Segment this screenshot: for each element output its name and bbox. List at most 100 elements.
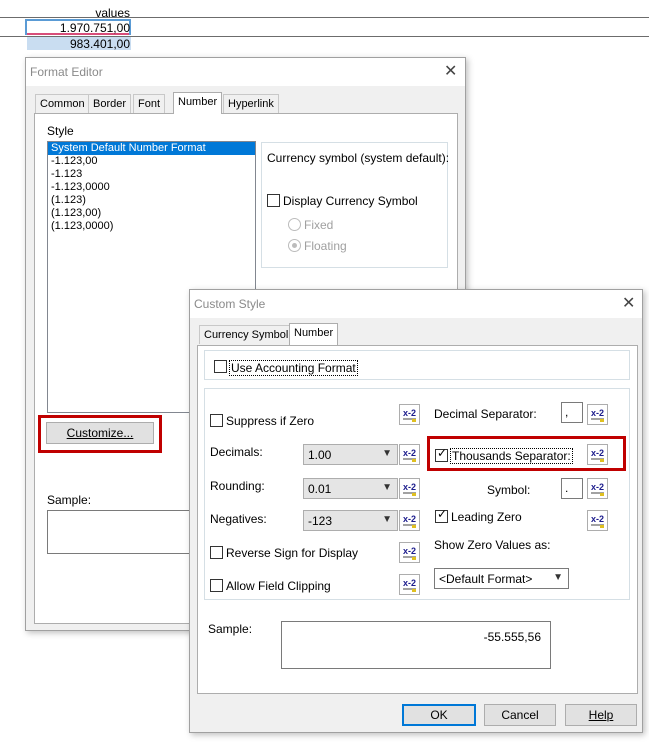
formula-icon: x-2 (591, 514, 604, 528)
decimal-separator-formula-button[interactable]: x-2 (587, 404, 608, 425)
suppress-zero-label: Suppress if Zero (226, 414, 315, 428)
fixed-radio[interactable] (288, 218, 301, 231)
allow-clipping-checkbox[interactable] (210, 579, 223, 592)
sample-label: Sample: (208, 622, 253, 636)
formula-icon: x-2 (403, 546, 416, 560)
ok-button[interactable]: OK (402, 704, 476, 726)
formula-icon-text: x-2 (403, 578, 416, 588)
sample-label: Sample: (47, 493, 92, 507)
list-item[interactable]: (1.123,0000) (48, 220, 255, 233)
checkmark-icon: ✓ (437, 507, 448, 521)
help-button-label: Help (588, 708, 614, 722)
formula-icon-text: x-2 (591, 482, 604, 492)
rounding-label: Rounding: (210, 479, 265, 493)
formula-icon-text: x-2 (403, 482, 416, 492)
sample-box (47, 510, 197, 554)
formula-icon: x-2 (403, 578, 416, 592)
formula-icon-text: x-2 (403, 408, 416, 418)
custom-style-titlebar: Custom Style (190, 290, 642, 318)
chevron-down-icon: ▼ (553, 572, 563, 583)
leading-zero-label: Leading Zero (451, 510, 522, 524)
chevron-down-icon: ▼ (382, 482, 392, 493)
formula-icon-text: x-2 (591, 408, 604, 418)
decimals-formula-button[interactable]: x-2 (399, 444, 420, 465)
allow-clipping-formula-button[interactable]: x-2 (399, 574, 420, 595)
window-title: Custom Style (194, 297, 266, 311)
tab-hyperlink[interactable]: Hyperlink (223, 94, 279, 113)
row-divider (0, 36, 649, 37)
negatives-value: -123 (308, 514, 333, 528)
reverse-sign-label: Reverse Sign for Display (226, 546, 359, 560)
close-icon[interactable]: ✕ (444, 64, 457, 80)
negatives-select[interactable]: -123 ▼ (303, 510, 398, 531)
decimals-label: Decimals: (210, 445, 263, 459)
formula-icon: x-2 (591, 482, 604, 496)
symbol-field[interactable]: . (561, 478, 583, 499)
formula-icon: x-2 (591, 408, 604, 422)
decimals-select[interactable]: 1.00 ▼ (303, 444, 398, 465)
tab-border[interactable]: Border (88, 94, 132, 113)
formula-icon: x-2 (403, 482, 416, 496)
custom-style-dialog: Custom Style ✕ Currency Symbol Number Us… (189, 289, 643, 733)
symbol-formula-button[interactable]: x-2 (587, 478, 608, 499)
leading-zero-checkbox[interactable]: ✓ (435, 507, 448, 523)
thousands-separator-highlight (427, 436, 626, 471)
show-zero-value: <Default Format> (439, 572, 533, 586)
floating-radio[interactable] (288, 239, 301, 252)
customize-highlight (38, 415, 162, 453)
suppress-zero-checkbox[interactable] (210, 414, 223, 427)
reverse-sign-checkbox[interactable] (210, 546, 223, 559)
rounding-select[interactable]: 0.01 ▼ (303, 478, 398, 499)
decimals-value: 1.00 (308, 448, 332, 462)
negatives-formula-button[interactable]: x-2 (399, 510, 420, 531)
list-item[interactable]: -1.123,0000 (48, 181, 255, 194)
formula-icon: x-2 (400, 405, 419, 424)
list-item[interactable]: -1.123 (48, 168, 255, 181)
cell-value[interactable]: 1.970.751,00 (26, 21, 130, 35)
tab-common[interactable]: Common (35, 94, 90, 113)
row-divider (0, 17, 649, 18)
reverse-sign-formula-button[interactable]: x-2 (399, 542, 420, 563)
use-accounting-checkbox[interactable] (214, 360, 227, 373)
leading-zero-formula-button[interactable]: x-2 (587, 510, 608, 531)
negatives-label: Negatives: (210, 512, 267, 526)
use-accounting-label: Use Accounting Format (229, 360, 358, 376)
show-zero-select[interactable]: <Default Format> ▼ (434, 568, 569, 589)
radio-dot (292, 243, 297, 248)
symbol-value: . (565, 481, 569, 495)
list-item[interactable]: System Default Number Format (48, 142, 255, 155)
use-accounting-text: Use Accounting Format (231, 361, 356, 375)
chevron-down-icon: ▼ (382, 448, 392, 459)
list-item[interactable]: (1.123,00) (48, 207, 255, 220)
help-button[interactable]: Help (565, 704, 637, 726)
floating-label: Floating (304, 239, 347, 253)
symbol-label: Symbol: (487, 483, 531, 497)
format-editor-titlebar: Format Editor (26, 58, 465, 86)
list-item[interactable]: (1.123) (48, 194, 255, 207)
rounding-formula-button[interactable]: x-2 (399, 478, 420, 499)
suppress-zero-formula-button[interactable]: x-2 (399, 404, 420, 425)
tab-currency-symbol[interactable]: Currency Symbol (199, 325, 294, 344)
tab-font[interactable]: Font (133, 94, 166, 113)
decimal-separator-value: , (565, 405, 569, 419)
formula-icon-text: x-2 (591, 514, 604, 524)
tab-number[interactable]: Number (289, 323, 339, 345)
sample-value: -55.555,56 (483, 630, 541, 644)
currency-label: Currency symbol (system default): (267, 151, 450, 165)
formula-icon-text: x-2 (403, 448, 416, 458)
fixed-label: Fixed (304, 218, 334, 232)
close-icon[interactable]: ✕ (622, 296, 635, 312)
formula-icon-text: x-2 (403, 546, 416, 556)
cancel-button[interactable]: Cancel (484, 704, 556, 726)
list-item[interactable]: -1.123,00 (48, 155, 255, 168)
formula-icon-text: x-2 (403, 514, 416, 524)
cell-value[interactable]: 983.401,00 (26, 37, 130, 51)
tab-number[interactable]: Number (173, 92, 223, 114)
sample-display: -55.555,56 (281, 621, 551, 669)
decimal-separator-label: Decimal Separator: (434, 407, 537, 421)
show-zero-label: Show Zero Values as: (434, 538, 551, 552)
display-currency-checkbox[interactable] (267, 194, 280, 207)
chevron-down-icon: ▼ (382, 514, 392, 525)
window-title: Format Editor (30, 65, 103, 79)
decimal-separator-field[interactable]: , (561, 402, 583, 423)
